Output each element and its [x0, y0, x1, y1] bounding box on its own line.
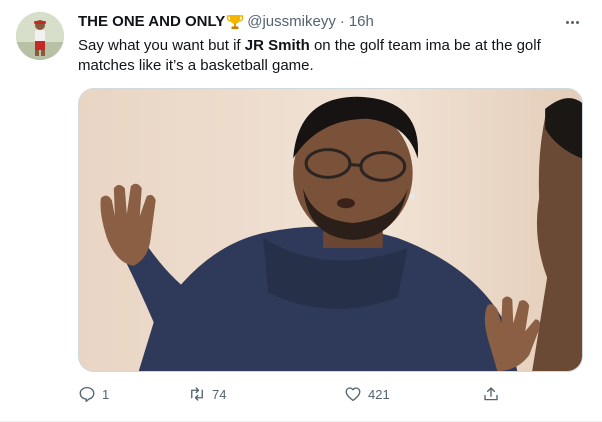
retweet-button[interactable]: 74: [188, 382, 226, 406]
share-button[interactable]: [482, 382, 500, 406]
retweet-count: 74: [212, 386, 227, 402]
share-icon: [484, 387, 498, 401]
tweet-media-image[interactable]: [78, 88, 583, 372]
trophy-emoji-icon: [226, 13, 244, 31]
more-options-icon[interactable]: [560, 12, 584, 32]
heart-icon: [345, 387, 361, 402]
like-count: 421: [368, 386, 390, 402]
separator-dot: ·: [339, 13, 345, 30]
display-name[interactable]: THE ONE AND ONLY: [78, 12, 225, 32]
avatar[interactable]: [16, 12, 64, 60]
reply-icon: [79, 386, 95, 403]
reply-count: 1: [102, 386, 110, 402]
timestamp[interactable]: 16h: [349, 12, 374, 32]
tweet[interactable]: THE ONE AND ONLY @jussmikeyy · 16h Say w…: [0, 0, 602, 422]
retweet-icon: [191, 387, 203, 401]
user-handle[interactable]: @jussmikeyy: [247, 12, 336, 32]
like-button[interactable]: 421: [344, 382, 390, 406]
tweet-header: THE ONE AND ONLY @jussmikeyy · 16h: [78, 12, 374, 32]
reply-button[interactable]: 1: [78, 382, 109, 406]
tweet-text: Say what you want but if JR Smith on the…: [78, 36, 583, 76]
tweet-text-bold: JR Smith: [244, 37, 310, 54]
tweet-actions: 1 74 421: [72, 382, 512, 406]
tweet-text-part: Say what you want but if: [78, 37, 245, 54]
